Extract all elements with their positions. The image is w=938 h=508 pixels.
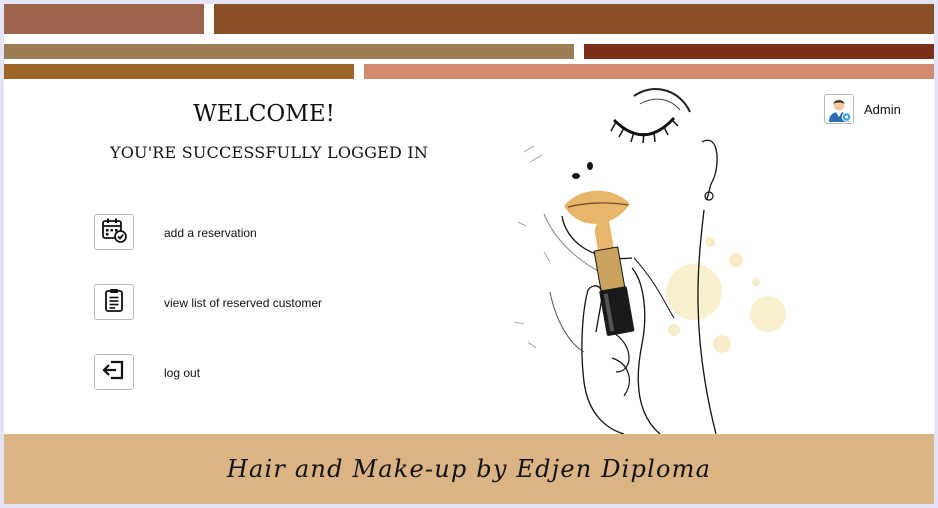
logout-icon: [101, 357, 127, 388]
view-reserved-customers-button[interactable]: [94, 284, 134, 320]
page-title: WELCOME!: [193, 101, 335, 127]
header-bar: [364, 64, 934, 79]
login-status-text: YOU'RE SUCCESSFULLY LOGGED IN: [109, 143, 429, 162]
logout-label[interactable]: log out: [164, 366, 200, 380]
header-bar: [4, 44, 574, 59]
clipboard-list-icon: [101, 287, 127, 318]
header-bar: [584, 44, 934, 59]
app-window: WELCOME! YOU'RE SUCCESSFULLY LOGGED IN a…: [4, 4, 934, 504]
view-reserved-customers-label[interactable]: view list of reserved customer: [164, 296, 322, 310]
user-name[interactable]: Admin: [864, 102, 901, 117]
header-bar: [4, 4, 204, 34]
footer-signature: Hair and Make-up by Edjen Diploma: [226, 455, 712, 483]
add-reservation-button[interactable]: [94, 214, 134, 250]
makeup-illustration: [484, 82, 804, 439]
footer-banner: Hair and Make-up by Edjen Diploma: [4, 434, 934, 504]
header-bar: [214, 4, 934, 34]
user-avatar-icon[interactable]: [824, 94, 854, 124]
logout-button[interactable]: [94, 354, 134, 390]
header-bar: [4, 64, 354, 79]
calendar-check-icon: [100, 216, 128, 249]
add-reservation-label[interactable]: add a reservation: [164, 226, 257, 240]
